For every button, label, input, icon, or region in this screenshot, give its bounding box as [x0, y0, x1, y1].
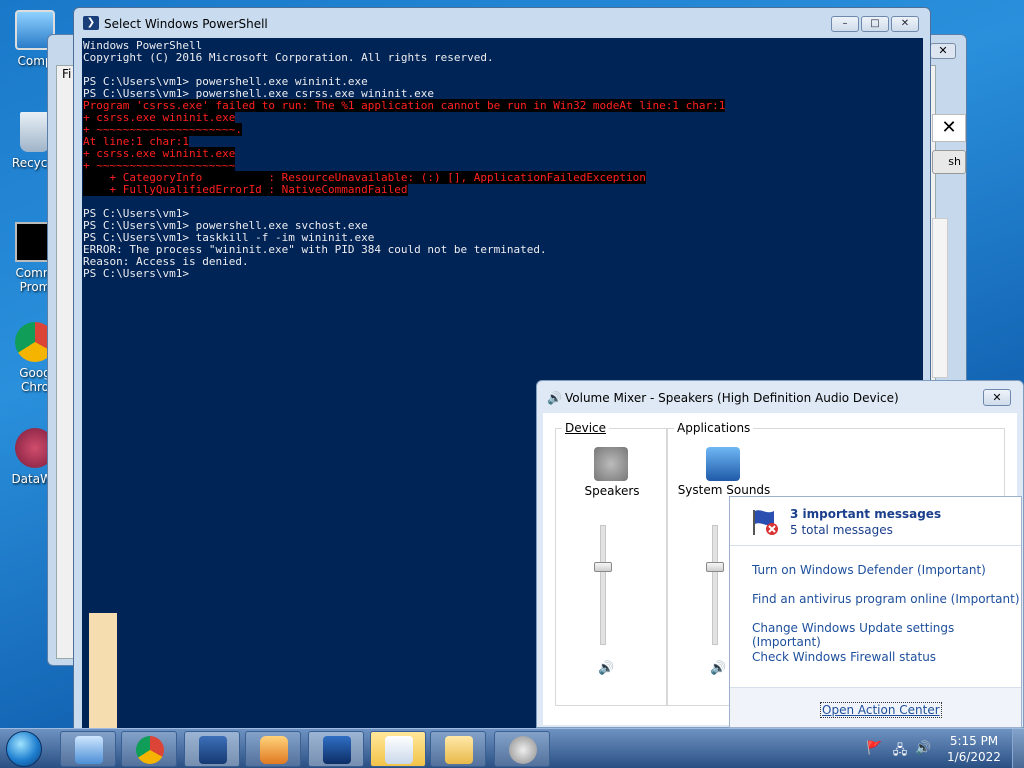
calendar-icon	[385, 736, 413, 764]
network-tray-icon[interactable]: 🖧	[892, 741, 908, 758]
taskbar-powershell[interactable]	[308, 731, 364, 767]
device-volume-track[interactable]	[600, 525, 606, 645]
system-sounds-icon[interactable]	[706, 447, 740, 481]
powershell-ise-icon	[199, 736, 227, 764]
chrome-icon	[136, 736, 164, 764]
minimize-button[interactable]: –	[831, 16, 859, 32]
background-scrollbar[interactable]	[932, 218, 948, 378]
powershell-icon	[323, 736, 351, 764]
console-line: + ~~~~~~~~~~~~~~~~~~~~~.	[83, 123, 923, 136]
window-peek	[89, 613, 117, 728]
taskbar-control-panel[interactable]	[60, 731, 116, 767]
message-link-antivirus[interactable]: Find an antivirus program online (Import…	[752, 592, 1020, 606]
console-text: PS C:\Users\vm1>	[83, 267, 189, 280]
console-error-text: + FullyQualifiedErrorId : NativeCommandF…	[83, 183, 408, 196]
open-action-center-link[interactable]: Open Action Center	[820, 702, 942, 718]
taskbar-file-explorer[interactable]	[430, 731, 486, 767]
total-messages-count: 5 total messages	[790, 523, 893, 537]
recycle-bin-icon	[20, 112, 50, 152]
app-volume-track[interactable]	[712, 525, 718, 645]
taskbar: 🚩 🖧 🔊 5:15 PM 1/6/2022	[0, 728, 1024, 768]
app-volume-slider[interactable]	[706, 562, 724, 572]
app-name: System Sounds	[677, 483, 771, 497]
folder-icon	[445, 736, 473, 764]
app-mute-button[interactable]: 🔊	[710, 661, 726, 676]
device-mute-button[interactable]: 🔊	[598, 661, 614, 676]
action-center-tray-icon[interactable]: 🚩	[866, 741, 882, 757]
speaker-icon	[509, 736, 537, 764]
panel-close-button[interactable]: ✕	[932, 114, 966, 142]
window-title: Select Windows PowerShell	[104, 17, 268, 31]
message-link-defender[interactable]: Turn on Windows Defender (Important)	[752, 563, 986, 577]
taskbar-powershell-ise[interactable]	[184, 731, 240, 767]
action-center-popup[interactable]: 3 important messages 5 total messages Tu…	[729, 496, 1022, 728]
clock-date[interactable]: 1/6/2022	[946, 750, 1002, 764]
taskbar-chrome[interactable]	[121, 731, 177, 767]
device-group: Device Speakers 🔊	[555, 421, 667, 706]
maximize-button[interactable]: □	[861, 16, 889, 32]
speakers-icon[interactable]	[594, 447, 628, 481]
action-center-flag-icon	[753, 510, 778, 535]
volume-tray-icon[interactable]: 🔊	[915, 741, 931, 757]
powershell-titlebar[interactable]: ❯ Select Windows PowerShell – □ ✕	[74, 8, 930, 38]
background-window-close-button[interactable]: ✕	[930, 43, 956, 59]
control-panel-icon	[75, 736, 103, 764]
show-desktop-button[interactable]	[1012, 729, 1024, 768]
close-button[interactable]: ✕	[983, 389, 1011, 406]
action-center-footer: Open Action Center	[730, 687, 1021, 727]
media-player-icon	[260, 736, 288, 764]
device-group-label: Device	[562, 421, 610, 435]
console-line: + FullyQualifiedErrorId : NativeCommandF…	[83, 183, 923, 196]
taskbar-media-player[interactable]	[245, 731, 301, 767]
background-window-menu[interactable]: Fi	[62, 67, 71, 81]
taskbar-volume-mixer[interactable]	[494, 731, 550, 767]
powershell-icon: ❯	[83, 16, 99, 30]
device-name: Speakers	[584, 484, 640, 498]
speaker-icon: 🔊	[547, 391, 562, 405]
console-line: Copyright (C) 2016 Microsoft Corporation…	[83, 52, 923, 64]
message-link-firewall[interactable]: Check Windows Firewall status	[752, 650, 936, 664]
taskbar-calendar-app[interactable]	[370, 731, 426, 767]
action-center-header: 3 important messages 5 total messages	[730, 497, 1021, 546]
window-title: Volume Mixer - Speakers (High Definition…	[565, 391, 899, 405]
console-text: Copyright (C) 2016 Microsoft Corporation…	[83, 51, 494, 64]
important-messages-count[interactable]: 3 important messages	[790, 507, 941, 521]
message-link-windows-update[interactable]: Change Windows Update settings (Importan…	[752, 621, 1021, 649]
close-button[interactable]: ✕	[891, 16, 919, 32]
refresh-button[interactable]: sh	[932, 150, 966, 174]
device-volume-slider[interactable]	[594, 562, 612, 572]
start-button[interactable]	[6, 731, 42, 767]
clock-time[interactable]: 5:15 PM	[948, 734, 1000, 748]
console-line: Reason: Access is denied.	[83, 256, 923, 268]
applications-group-label: Applications	[674, 421, 754, 435]
console-line: PS C:\Users\vm1>	[83, 268, 923, 280]
